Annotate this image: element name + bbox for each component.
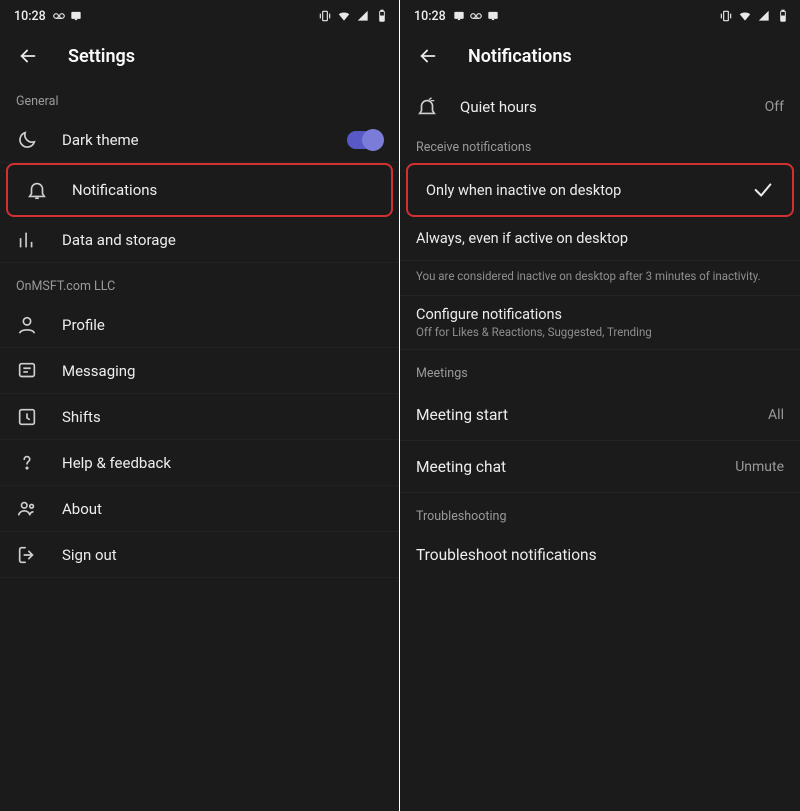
option-inactive-label: Only when inactive on desktop	[426, 182, 621, 199]
about-label: About	[62, 500, 383, 518]
troubleshoot-row[interactable]: Troubleshoot notifications	[400, 532, 800, 578]
quiet-hours-row[interactable]: Quiet hours Off	[400, 84, 800, 130]
check-icon	[752, 179, 774, 201]
teams-icon	[16, 498, 38, 520]
notification-icon	[69, 9, 83, 23]
voicemail-icon	[52, 9, 66, 23]
wifi-icon	[738, 9, 752, 23]
back-button[interactable]	[16, 44, 40, 68]
configure-notifications-label: Configure notifications	[416, 306, 784, 323]
notification-icon-2	[486, 9, 500, 23]
meeting-start-value: All	[768, 407, 784, 423]
configure-notifications-row[interactable]: Configure notifications Off for Likes & …	[400, 296, 800, 350]
person-icon	[16, 314, 38, 336]
clock-icon	[16, 406, 38, 428]
quiet-hours-value: Off	[765, 99, 784, 115]
app-bar: Notifications	[400, 28, 800, 84]
shifts-label: Shifts	[62, 408, 383, 426]
help-row[interactable]: Help & feedback	[0, 440, 399, 486]
cellular-icon	[356, 9, 370, 23]
troubleshoot-label: Troubleshoot notifications	[416, 546, 597, 564]
back-button[interactable]	[416, 44, 440, 68]
page-title: Notifications	[468, 46, 572, 67]
dark-theme-label: Dark theme	[62, 131, 323, 149]
profile-row[interactable]: Profile	[0, 302, 399, 348]
data-storage-row[interactable]: Data and storage	[0, 217, 399, 263]
meeting-chat-label: Meeting chat	[416, 458, 506, 476]
vibrate-icon	[719, 9, 733, 23]
quiet-hours-icon	[416, 96, 438, 118]
quiet-hours-label: Quiet hours	[460, 98, 743, 116]
bars-icon	[16, 229, 38, 251]
data-storage-label: Data and storage	[62, 231, 383, 249]
message-icon	[16, 360, 38, 382]
status-time: 10:28	[414, 9, 446, 24]
shifts-row[interactable]: Shifts	[0, 394, 399, 440]
inactive-description: You are considered inactive on desktop a…	[400, 261, 800, 296]
left-screen: 10:28 Settings General	[0, 0, 400, 811]
highlight-inactive-option: Only when inactive on desktop	[406, 163, 794, 217]
notifications-label: Notifications	[72, 181, 373, 199]
signout-icon	[16, 544, 38, 566]
battery-icon	[776, 9, 790, 23]
highlight-notifications: Notifications	[6, 163, 393, 217]
section-header-receive: Receive notifications	[400, 130, 800, 163]
status-bar: 10:28	[0, 0, 399, 28]
messaging-row[interactable]: Messaging	[0, 348, 399, 394]
status-bar: 10:28	[400, 0, 800, 28]
meeting-chat-value: Unmute	[735, 459, 784, 475]
notification-icon	[452, 9, 466, 23]
cellular-icon	[757, 9, 771, 23]
option-inactive-row[interactable]: Only when inactive on desktop	[410, 167, 790, 213]
right-screen: 10:28 Notifications	[400, 0, 800, 811]
option-always-row[interactable]: Always, even if active on desktop	[400, 217, 800, 261]
voicemail-icon	[469, 9, 483, 23]
option-always-label: Always, even if active on desktop	[416, 230, 628, 247]
signout-row[interactable]: Sign out	[0, 532, 399, 578]
section-header-troubleshoot: Troubleshooting	[400, 493, 800, 532]
help-label: Help & feedback	[62, 454, 383, 472]
meeting-start-label: Meeting start	[416, 406, 508, 424]
dark-theme-toggle[interactable]	[347, 131, 383, 149]
signout-label: Sign out	[62, 546, 383, 564]
dark-theme-row[interactable]: Dark theme	[0, 117, 399, 163]
meeting-chat-row[interactable]: Meeting chat Unmute	[400, 441, 800, 493]
configure-notifications-sub: Off for Likes & Reactions, Suggested, Tr…	[416, 325, 784, 339]
about-row[interactable]: About	[0, 486, 399, 532]
status-time: 10:28	[14, 9, 46, 24]
app-bar: Settings	[0, 28, 399, 84]
bell-icon	[26, 179, 48, 201]
question-icon	[16, 452, 38, 474]
section-header-org: OnMSFT.com LLC	[0, 263, 399, 302]
meeting-start-row[interactable]: Meeting start All	[400, 389, 800, 441]
page-title: Settings	[68, 46, 135, 67]
vibrate-icon	[318, 9, 332, 23]
moon-icon	[16, 129, 38, 151]
wifi-icon	[337, 9, 351, 23]
notifications-row[interactable]: Notifications	[10, 167, 389, 213]
section-header-meetings: Meetings	[400, 350, 800, 389]
battery-icon	[375, 9, 389, 23]
profile-label: Profile	[62, 316, 383, 334]
section-header-general: General	[0, 84, 399, 117]
messaging-label: Messaging	[62, 362, 383, 380]
